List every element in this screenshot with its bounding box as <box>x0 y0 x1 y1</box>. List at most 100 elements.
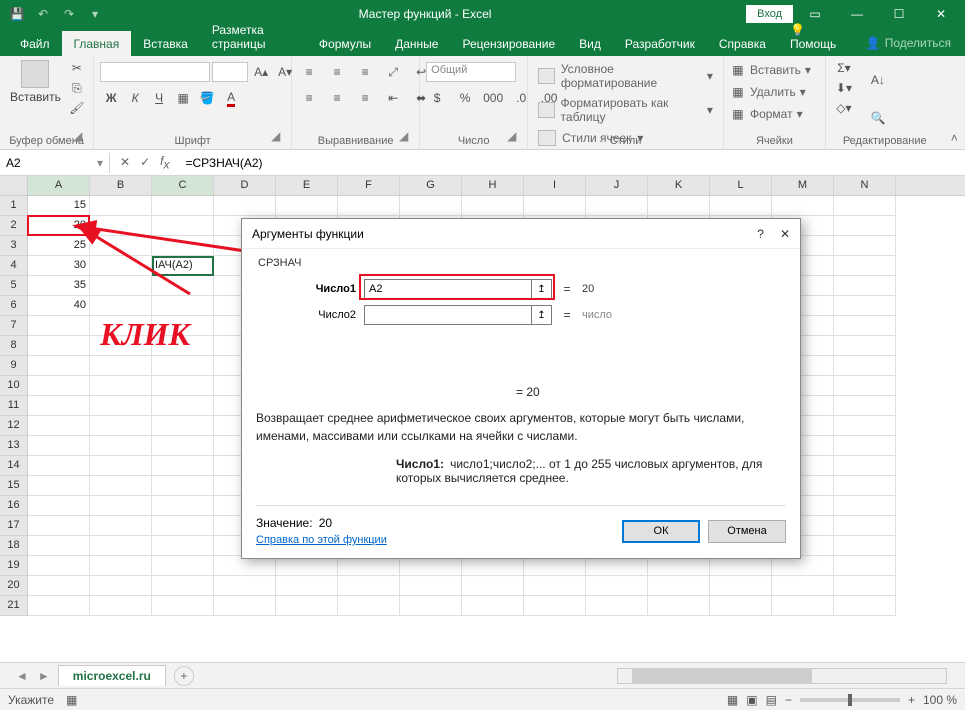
formula-input[interactable] <box>179 153 965 173</box>
cell[interactable] <box>834 216 896 236</box>
cell[interactable] <box>152 556 214 576</box>
cell[interactable] <box>90 396 152 416</box>
cell[interactable] <box>214 576 276 596</box>
format-painter-icon[interactable]: 🖌 <box>69 100 85 116</box>
bold-button[interactable]: Ж <box>100 88 122 108</box>
row-header[interactable]: 13 <box>0 436 28 456</box>
col-header[interactable]: E <box>276 176 338 195</box>
collapse-ribbon-icon[interactable]: ˄ <box>944 56 965 149</box>
close-icon[interactable]: ✕ <box>921 1 961 27</box>
cell[interactable] <box>338 596 400 616</box>
comma-icon[interactable]: 000 <box>482 88 504 108</box>
tab-data[interactable]: Данные <box>383 31 450 56</box>
orientation-icon[interactable]: ⤢ <box>382 62 404 82</box>
arg2-range-picker-icon[interactable]: ↥ <box>532 305 552 325</box>
tab-help[interactable]: Справка <box>707 31 778 56</box>
cell[interactable] <box>152 456 214 476</box>
col-header[interactable]: A <box>28 176 90 195</box>
cell[interactable] <box>90 376 152 396</box>
cell[interactable] <box>462 556 524 576</box>
select-all-corner[interactable] <box>0 176 28 195</box>
cell[interactable] <box>338 196 400 216</box>
cell[interactable] <box>462 596 524 616</box>
cell[interactable] <box>710 196 772 216</box>
cancel-formula-icon[interactable]: ✕ <box>120 155 130 169</box>
cell[interactable] <box>90 516 152 536</box>
cell[interactable] <box>152 596 214 616</box>
cell[interactable] <box>152 396 214 416</box>
cell[interactable] <box>152 536 214 556</box>
name-box-dropdown-icon[interactable]: ▾ <box>97 156 103 170</box>
zoom-out-icon[interactable]: − <box>785 693 792 707</box>
row-header[interactable]: 10 <box>0 376 28 396</box>
cell[interactable] <box>648 576 710 596</box>
clear-icon[interactable]: ◇▾ <box>836 100 852 116</box>
cell[interactable] <box>834 596 896 616</box>
zoom-level[interactable]: 100 % <box>923 693 957 707</box>
maximize-icon[interactable]: ☐ <box>879 1 919 27</box>
dialog-close-icon[interactable]: ✕ <box>780 227 790 241</box>
cell[interactable]: 15 <box>28 196 90 216</box>
tab-page-layout[interactable]: Разметка страницы <box>200 17 307 56</box>
tab-home[interactable]: Главная <box>62 31 132 56</box>
enter-formula-icon[interactable]: ✓ <box>140 155 150 169</box>
view-normal-icon[interactable]: ▦ <box>727 693 738 707</box>
cell[interactable] <box>90 596 152 616</box>
cell[interactable] <box>90 536 152 556</box>
cell[interactable] <box>28 316 90 336</box>
row-header[interactable]: 7 <box>0 316 28 336</box>
cell[interactable] <box>710 596 772 616</box>
fx-icon[interactable]: fx <box>160 154 169 171</box>
cell[interactable] <box>90 276 152 296</box>
cell[interactable] <box>586 556 648 576</box>
cell[interactable] <box>648 556 710 576</box>
fill-color-icon[interactable]: 🪣 <box>196 88 218 108</box>
col-header[interactable]: K <box>648 176 710 195</box>
autosum-icon[interactable]: Σ▾ <box>836 60 852 76</box>
cell[interactable] <box>772 596 834 616</box>
view-pagebreak-icon[interactable]: ▤ <box>766 693 777 707</box>
dialog-help-icon[interactable]: ? <box>757 227 764 241</box>
cell[interactable] <box>834 576 896 596</box>
cell[interactable]: 20 <box>28 216 90 236</box>
name-box[interactable]: A2 ▾ <box>0 153 110 173</box>
font-size-combo[interactable] <box>212 62 248 82</box>
number-format-combo[interactable]: Общий <box>426 62 516 82</box>
arg2-input[interactable] <box>364 305 532 325</box>
row-header[interactable]: 8 <box>0 336 28 356</box>
tab-developer[interactable]: Разработчик <box>613 31 707 56</box>
cell[interactable] <box>276 576 338 596</box>
delete-cells-button[interactable]: ▦Удалить▾ <box>730 82 806 102</box>
sheet-nav-prev-icon[interactable]: ◄ <box>16 669 28 683</box>
zoom-in-icon[interactable]: + <box>908 693 915 707</box>
cell[interactable] <box>648 196 710 216</box>
currency-icon[interactable]: $ <box>426 88 448 108</box>
grow-font-icon[interactable]: A▴ <box>250 62 272 82</box>
cell[interactable] <box>772 196 834 216</box>
align-left-icon[interactable]: ≡ <box>298 88 320 108</box>
cell[interactable] <box>586 196 648 216</box>
cell[interactable] <box>834 456 896 476</box>
col-header[interactable]: F <box>338 176 400 195</box>
row-header[interactable]: 17 <box>0 516 28 536</box>
row-header[interactable]: 4 <box>0 256 28 276</box>
conditional-formatting-button[interactable]: Условное форматирование▾ <box>534 60 717 92</box>
cell[interactable] <box>276 196 338 216</box>
ok-button[interactable]: ОК <box>622 520 700 543</box>
cell[interactable] <box>152 296 214 316</box>
tab-file[interactable]: Файл <box>8 31 62 56</box>
cell[interactable] <box>462 576 524 596</box>
percent-icon[interactable]: % <box>454 88 476 108</box>
cell[interactable] <box>400 576 462 596</box>
cell[interactable] <box>90 556 152 576</box>
cell[interactable] <box>834 196 896 216</box>
cell[interactable] <box>338 576 400 596</box>
cell[interactable] <box>834 516 896 536</box>
font-launcher-icon[interactable]: ◢ <box>271 129 289 147</box>
cell[interactable] <box>28 396 90 416</box>
cell[interactable] <box>834 396 896 416</box>
cell[interactable] <box>28 556 90 576</box>
cell[interactable] <box>834 256 896 276</box>
row-header[interactable]: 1 <box>0 196 28 216</box>
row-header[interactable]: 11 <box>0 396 28 416</box>
